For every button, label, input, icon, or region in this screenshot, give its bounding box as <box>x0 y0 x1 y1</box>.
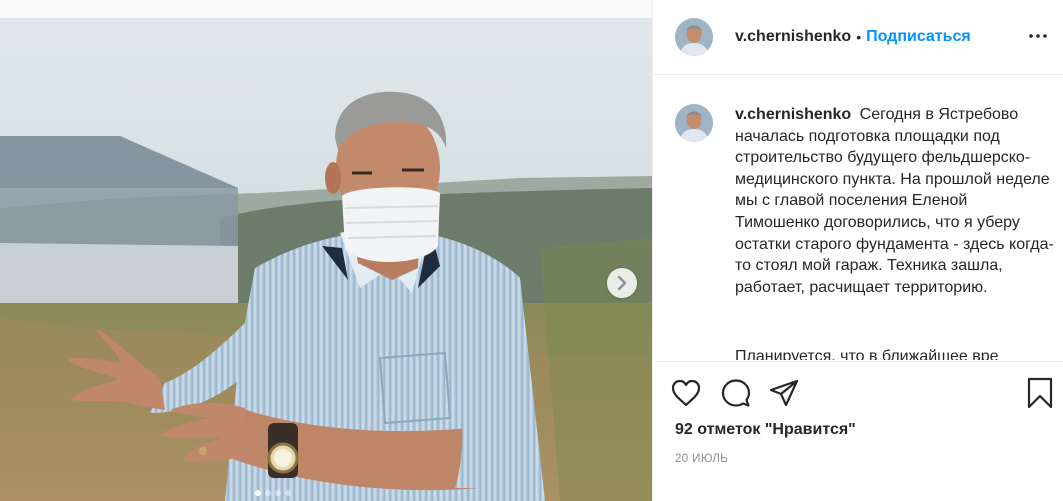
bookmark-icon <box>1027 377 1053 409</box>
share-button[interactable] <box>767 376 801 410</box>
avatar[interactable] <box>675 18 713 56</box>
header-separator: • <box>856 29 862 45</box>
action-bar <box>667 376 1057 410</box>
like-button[interactable] <box>669 376 703 410</box>
media-top-strip <box>0 0 652 18</box>
more-options-button[interactable] <box>1028 26 1048 46</box>
post-header: v.chernishenko • Подписаться <box>653 0 1063 75</box>
more-options-icon <box>1029 34 1047 38</box>
instagram-post: v.chernishenko • Подписаться v.chernishe… <box>0 0 1063 501</box>
comments-area[interactable]: v.chernishenko Сегодня в Ястребово начал… <box>653 76 1063 360</box>
carousel-dot <box>255 490 261 496</box>
heart-icon <box>671 379 701 407</box>
follow-button[interactable]: Подписаться <box>866 28 971 46</box>
chevron-right-icon <box>617 276 627 290</box>
post-media[interactable] <box>0 18 652 501</box>
caption-body: Сегодня в Ястребово началась подготовка … <box>735 106 1054 296</box>
post-photo <box>0 18 652 501</box>
carousel-next-button[interactable] <box>607 268 637 298</box>
avatar[interactable] <box>675 104 713 142</box>
carousel-dot <box>275 490 281 496</box>
caption-text: v.chernishenko Сегодня в Ястребово начал… <box>735 104 1055 298</box>
caption-continuation: Планируется, что в ближайшее вре <box>735 348 999 360</box>
post-sidebar: v.chernishenko • Подписаться v.chernishe… <box>652 0 1063 501</box>
post-date[interactable]: 20 июль <box>675 453 728 465</box>
carousel-dot <box>285 490 291 496</box>
save-button[interactable] <box>1023 376 1057 410</box>
likes-count[interactable]: 92 отметок "Нравится" <box>675 421 856 439</box>
share-icon <box>769 379 799 407</box>
carousel-indicator <box>255 490 291 496</box>
caption-username[interactable]: v.chernishenko <box>735 106 851 123</box>
actions-section: 92 отметок "Нравится" 20 июль <box>653 361 1063 501</box>
header-username[interactable]: v.chernishenko <box>735 28 851 46</box>
comment-icon <box>721 379 751 407</box>
comment-button[interactable] <box>719 376 753 410</box>
carousel-dot <box>265 490 271 496</box>
post-caption: v.chernishenko Сегодня в Ястребово начал… <box>675 104 1055 298</box>
